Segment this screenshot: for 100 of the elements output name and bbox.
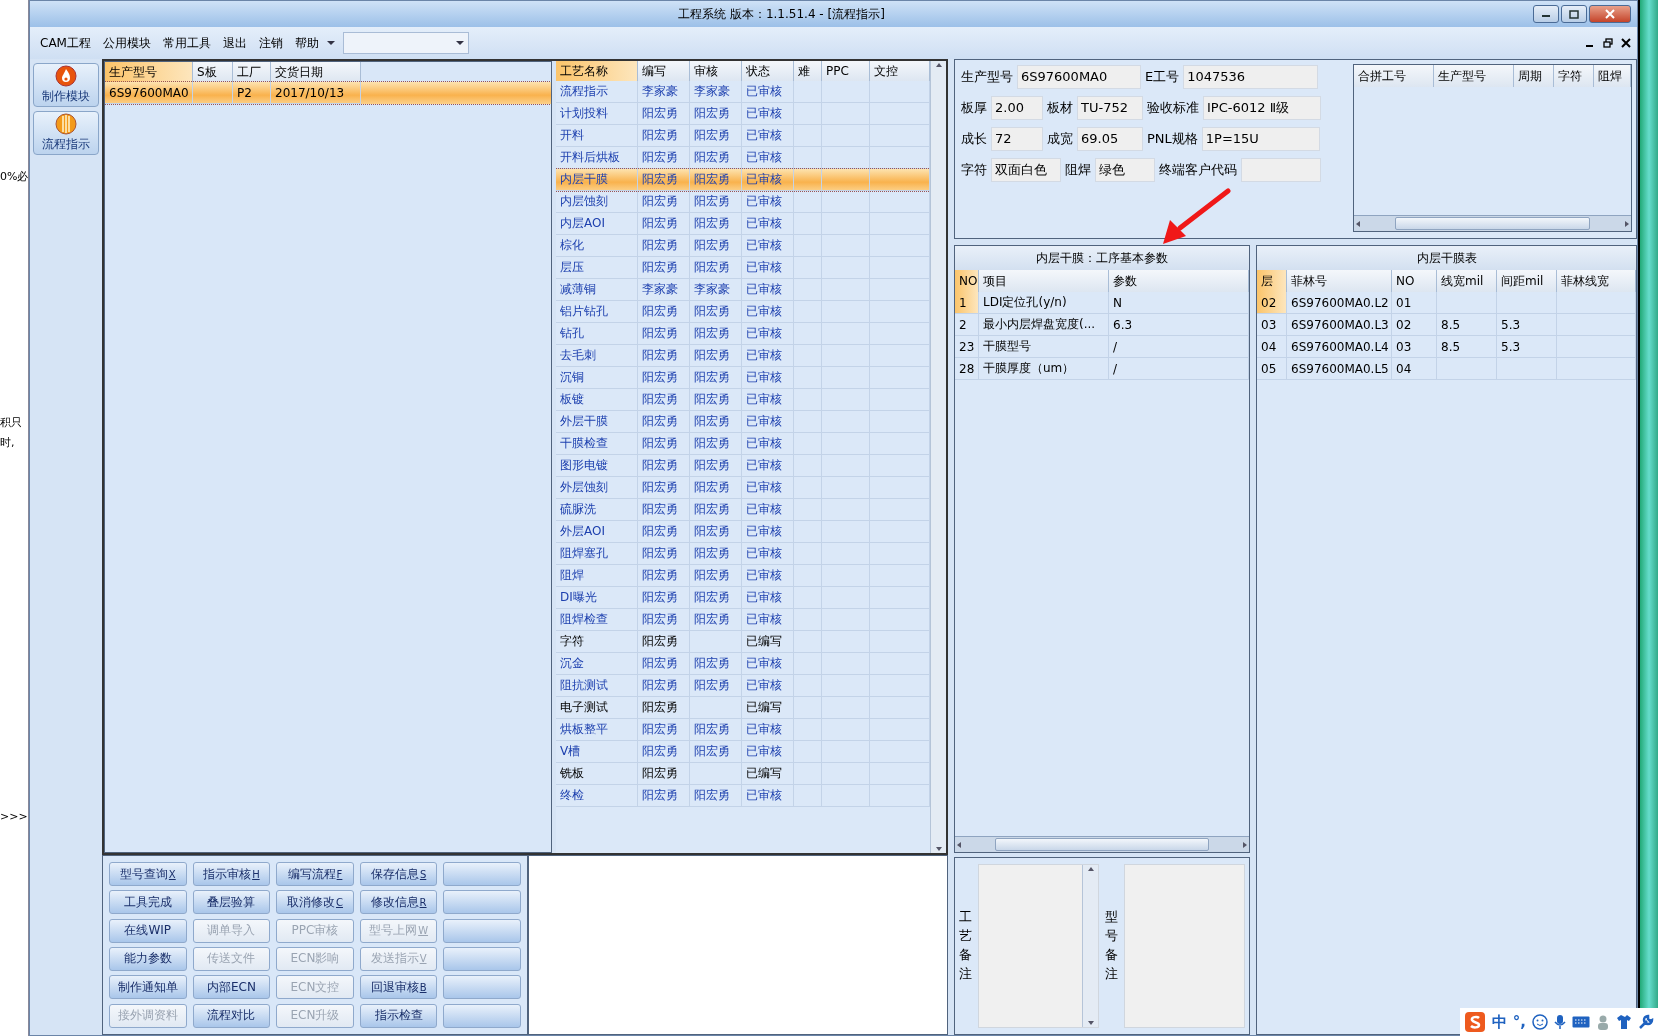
- table-row[interactable]: 计划投料 阳宏勇 阳宏勇 已审核: [556, 103, 930, 125]
- dropdown-field[interactable]: [342, 32, 469, 54]
- text-field[interactable]: 1P=15U: [1201, 126, 1320, 151]
- table-row[interactable]: 内层AOI 阳宏勇 阳宏勇 已审核: [556, 213, 930, 235]
- module-button[interactable]: 流程指示: [33, 111, 99, 155]
- table-row[interactable]: 流程指示 李家豪 李家豪 已审核: [556, 81, 930, 103]
- table-row[interactable]: 终检 阳宏勇 阳宏勇 已审核: [556, 785, 930, 807]
- menu-item[interactable]: 常用工具: [158, 32, 215, 54]
- table-row[interactable]: 棕化 阳宏勇 阳宏勇 已审核: [556, 235, 930, 257]
- shirt-icon[interactable]: [1616, 1014, 1632, 1030]
- restore-icon[interactable]: [1603, 38, 1613, 48]
- text-field[interactable]: 2.00: [991, 95, 1043, 120]
- table-row[interactable]: 图形电镀 阳宏勇 阳宏勇 已审核: [556, 455, 930, 477]
- table-row[interactable]: 内层干膜 阳宏勇 阳宏勇 已审核: [556, 169, 930, 191]
- table-row[interactable]: 电子测试 阳宏勇 已编写: [556, 697, 930, 719]
- table-row[interactable]: 铣板 阳宏勇 已编写: [556, 763, 930, 785]
- column-header[interactable]: 合拼工号: [1354, 65, 1434, 87]
- column-header[interactable]: NO: [1392, 270, 1437, 292]
- column-header[interactable]: 阻焊: [1594, 65, 1631, 87]
- column-header[interactable]: NO: [955, 270, 979, 292]
- text-field[interactable]: [1241, 157, 1321, 182]
- column-header[interactable]: S板: [193, 62, 233, 82]
- column-header[interactable]: 周期: [1514, 65, 1554, 87]
- text-field[interactable]: 1047536: [1183, 64, 1319, 89]
- column-header[interactable]: 层: [1257, 270, 1287, 292]
- table-row[interactable]: 6S97600MA0 P2 2017/10/13: [105, 82, 551, 104]
- text-field[interactable]: 绿色: [1095, 157, 1155, 182]
- dropdown-caret-icon[interactable]: [326, 40, 335, 46]
- action-button[interactable]: 在线WIP: [109, 918, 187, 943]
- scroll-down-icon[interactable]: [934, 845, 943, 853]
- table-row[interactable]: 硫脲洗 阳宏勇 阳宏勇 已审核: [556, 499, 930, 521]
- column-header[interactable]: 参数: [1109, 270, 1249, 292]
- column-header[interactable]: 间距mil: [1497, 270, 1557, 292]
- action-button[interactable]: 制作通知单: [109, 975, 187, 1000]
- column-header[interactable]: 状态: [742, 61, 794, 81]
- text-field[interactable]: TU-752: [1077, 95, 1143, 120]
- table-row[interactable]: 阻焊 阳宏勇 阳宏勇 已审核: [556, 565, 930, 587]
- text-field[interactable]: 双面白色: [991, 157, 1061, 182]
- scroll-left-icon[interactable]: [1354, 219, 1362, 228]
- table-row[interactable]: 烘板整平 阳宏勇 阳宏勇 已审核: [556, 719, 930, 741]
- action-button[interactable]: 取消修改C: [276, 890, 354, 915]
- scroll-right-icon[interactable]: [1241, 840, 1249, 849]
- column-header[interactable]: 文控: [870, 61, 930, 81]
- column-header[interactable]: 工艺名称: [556, 61, 638, 81]
- input-mode[interactable]: 中: [1491, 1012, 1507, 1032]
- column-header[interactable]: 交货日期: [271, 62, 361, 82]
- action-button[interactable]: 指示审核H: [192, 862, 271, 886]
- menu-item[interactable]: 注销: [254, 32, 287, 54]
- column-header[interactable]: 审核: [690, 61, 742, 81]
- text-field[interactable]: IPC-6012 Ⅱ级: [1203, 95, 1321, 120]
- horizontal-scrollbar[interactable]: [1354, 215, 1631, 231]
- action-button[interactable]: 回退审核B: [359, 975, 438, 1000]
- table-row[interactable]: 阻抗测试 阳宏勇 阳宏勇 已审核: [556, 675, 930, 697]
- column-header[interactable]: 难: [794, 61, 822, 81]
- vertical-scrollbar[interactable]: [930, 61, 946, 853]
- table-row[interactable]: 字符 阳宏勇 已编写: [556, 631, 930, 653]
- action-button[interactable]: 流程对比: [192, 1003, 271, 1028]
- action-button[interactable]: 修改信息R: [359, 890, 438, 915]
- menu-item[interactable]: 公用模块: [98, 32, 155, 54]
- menu-item[interactable]: CAM工程: [36, 32, 95, 54]
- close-icon[interactable]: [1621, 38, 1631, 48]
- smiley-icon[interactable]: [1532, 1014, 1548, 1030]
- input-method-bar[interactable]: 中 °,: [1459, 1008, 1658, 1036]
- table-row[interactable]: 阻焊检查 阳宏勇 阳宏勇 已审核: [556, 609, 930, 631]
- menu-item[interactable]: 帮助: [290, 32, 323, 54]
- action-button[interactable]: 编写流程F: [276, 862, 354, 886]
- punctuation-mode[interactable]: °,: [1512, 1013, 1526, 1031]
- table-row[interactable]: 沉金 阳宏勇 阳宏勇 已审核: [556, 653, 930, 675]
- vertical-scrollbar[interactable]: [1082, 865, 1098, 1027]
- horizontal-scrollbar[interactable]: [955, 836, 1249, 852]
- action-button[interactable]: 能力参数: [109, 947, 187, 971]
- remark-field[interactable]: [1124, 864, 1245, 1028]
- close-button[interactable]: [1589, 5, 1631, 23]
- column-header[interactable]: 编写: [638, 61, 690, 81]
- table-row[interactable]: 铝片钻孔 阳宏勇 阳宏勇 已审核: [556, 301, 930, 323]
- action-button[interactable]: 内部ECN: [192, 975, 271, 1000]
- module-button[interactable]: 制作模块: [33, 63, 99, 107]
- column-header[interactable]: 工厂: [233, 62, 271, 82]
- table-row[interactable]: 外层AOI 阳宏勇 阳宏勇 已审核: [556, 521, 930, 543]
- keyboard-icon[interactable]: [1572, 1016, 1590, 1028]
- scroll-up-icon[interactable]: [1086, 865, 1095, 873]
- table-row[interactable]: 干膜检查 阳宏勇 阳宏勇 已审核: [556, 433, 930, 455]
- table-row[interactable]: 板镀 阳宏勇 阳宏勇 已审核: [556, 389, 930, 411]
- column-header[interactable]: PPC: [822, 61, 870, 81]
- action-button[interactable]: 保存信息S: [359, 862, 438, 886]
- text-field[interactable]: 72: [991, 126, 1043, 151]
- table-row[interactable]: 钻孔 阳宏勇 阳宏勇 已审核: [556, 323, 930, 345]
- menu-item[interactable]: 退出: [218, 32, 251, 54]
- table-row[interactable]: 层压 阳宏勇 阳宏勇 已审核: [556, 257, 930, 279]
- action-button[interactable]: 工具完成: [109, 890, 187, 915]
- table-row[interactable]: 外层蚀刻 阳宏勇 阳宏勇 已审核: [556, 477, 930, 499]
- microphone-icon[interactable]: [1554, 1014, 1566, 1030]
- table-row[interactable]: 开料 阳宏勇 阳宏勇 已审核: [556, 125, 930, 147]
- column-header[interactable]: 项目: [979, 270, 1109, 292]
- table-row[interactable]: 沉铜 阳宏勇 阳宏勇 已审核: [556, 367, 930, 389]
- table-row[interactable]: 阻焊塞孔 阳宏勇 阳宏勇 已审核: [556, 543, 930, 565]
- wrench-icon[interactable]: [1638, 1014, 1654, 1030]
- remark-field[interactable]: [978, 864, 1099, 1028]
- table-row[interactable]: 去毛刺 阳宏勇 阳宏勇 已审核: [556, 345, 930, 367]
- column-header[interactable]: 菲林线宽: [1557, 270, 1636, 292]
